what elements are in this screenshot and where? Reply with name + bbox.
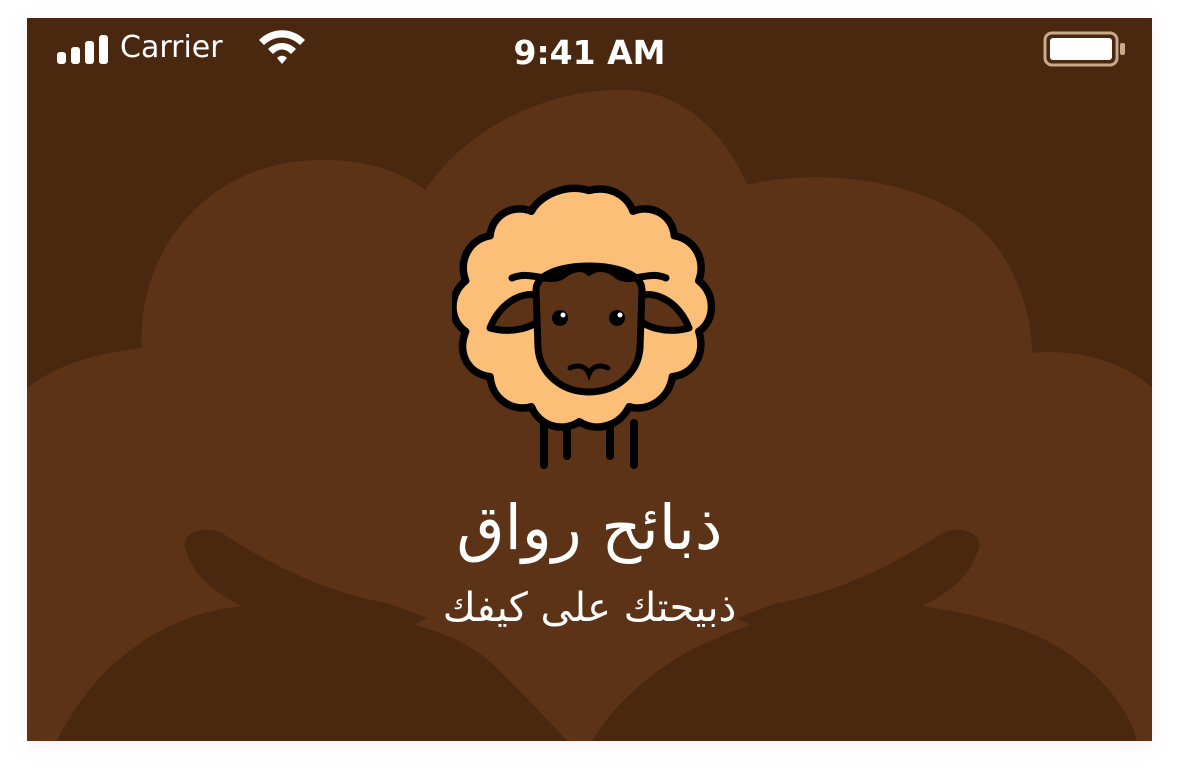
- status-time: 9:41 AM: [513, 33, 666, 72]
- status-bar: Carrier 9:41 AM: [27, 18, 1152, 82]
- splash-screen: Carrier 9:41 AM ذبائح رواق ذبيحتك على كي…: [27, 18, 1152, 741]
- battery-icon: [1043, 31, 1125, 67]
- app-title: ذبائح رواق: [456, 491, 723, 564]
- app-tagline: ذبيحتك على كيفك: [442, 585, 737, 631]
- sheep-icon: [452, 184, 716, 469]
